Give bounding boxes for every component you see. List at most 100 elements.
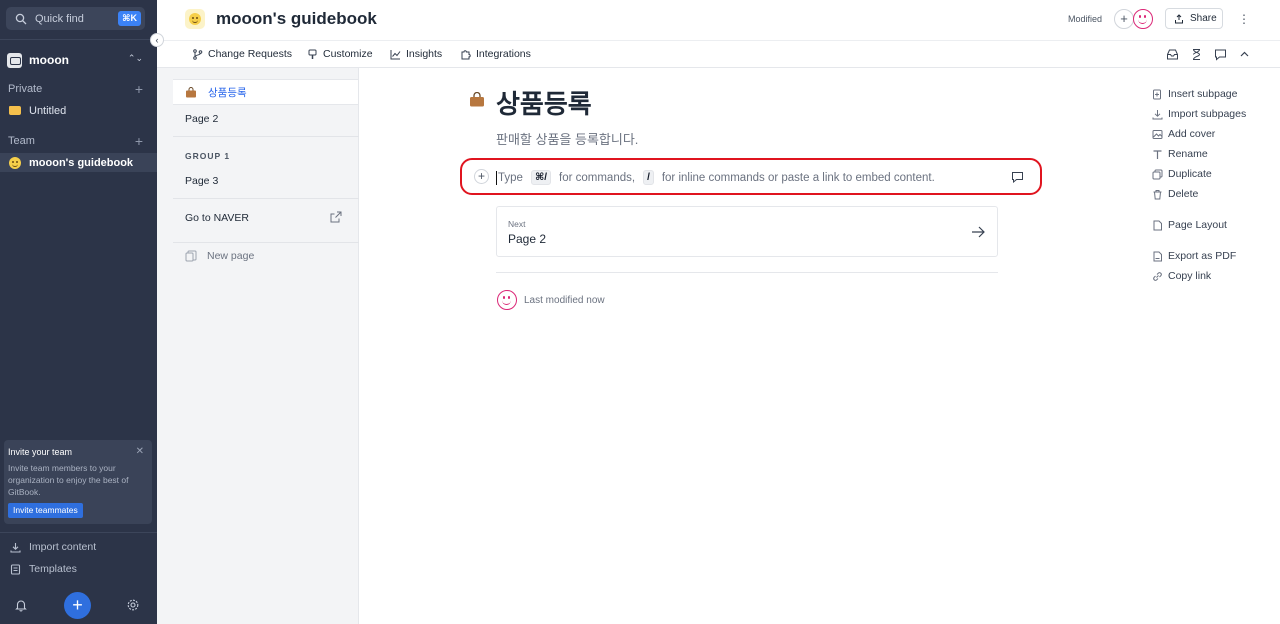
page-item-label: Page 2: [185, 113, 219, 125]
more-options-icon[interactable]: ⋮: [1238, 12, 1250, 26]
insert-subpage-action[interactable]: Insert subpage: [1152, 88, 1237, 100]
sidebar-item-label: mooon's guidebook: [29, 156, 134, 169]
rename-action[interactable]: Rename: [1152, 148, 1208, 160]
tab-change-requests[interactable]: Change Requests: [192, 48, 292, 60]
tab-customize[interactable]: Customize: [307, 48, 373, 60]
add-collaborator-button[interactable]: +: [1114, 9, 1134, 29]
collapse-sidebar-button[interactable]: ‹: [150, 33, 164, 47]
action-label: Rename: [1168, 148, 1208, 160]
modified-status: Modified: [1068, 14, 1103, 24]
avatar: [497, 290, 517, 310]
puzzle-icon: [461, 49, 471, 59]
download-icon: [1152, 109, 1163, 119]
action-label: Delete: [1168, 188, 1199, 200]
download-icon: [10, 542, 21, 553]
new-page-label: New page: [207, 250, 255, 262]
add-block-icon[interactable]: +: [474, 169, 489, 184]
tab-integrations[interactable]: Integrations: [460, 48, 531, 60]
comment-icon[interactable]: [1214, 48, 1227, 61]
sidebar-item-untitled[interactable]: Untitled: [0, 101, 157, 120]
new-page-button[interactable]: New page: [185, 250, 254, 262]
page-link-naver[interactable]: Go to NAVER: [173, 205, 358, 231]
add-cover-action[interactable]: Add cover: [1152, 128, 1215, 140]
page-layout-action[interactable]: Page Layout: [1152, 219, 1227, 231]
private-section-title: Private: [8, 83, 43, 95]
inbox-icon[interactable]: [1166, 48, 1179, 61]
share-label: Share: [1190, 13, 1217, 24]
next-label: Next: [508, 219, 526, 229]
pdf-icon: [1153, 251, 1162, 261]
last-modified: Last modified now: [524, 295, 605, 306]
action-label: Insert subpage: [1168, 88, 1238, 100]
next-page-card[interactable]: Next Page 2: [496, 206, 998, 257]
comment-icon[interactable]: [1011, 171, 1024, 183]
add-team-icon[interactable]: +: [135, 133, 143, 149]
shopping-bag-icon[interactable]: [469, 92, 485, 107]
share-icon: [1175, 13, 1183, 23]
templates-link[interactable]: Templates: [10, 563, 77, 575]
divider: [0, 532, 157, 533]
import-subpages-action[interactable]: Import subpages: [1152, 108, 1246, 120]
space-emoji[interactable]: [185, 9, 205, 29]
tab-insights[interactable]: Insights: [390, 48, 442, 60]
quick-find-shortcut: ⌘K: [118, 11, 141, 26]
group-label: GROUP 1: [185, 151, 231, 161]
arrow-right-icon: [972, 226, 985, 238]
copy-link-action[interactable]: Copy link: [1152, 270, 1211, 282]
invite-title: Invite your team: [8, 447, 73, 457]
tab-label: Integrations: [476, 48, 531, 60]
import-content-link[interactable]: Import content: [10, 541, 96, 553]
quick-find-button[interactable]: Quick find ⌘K: [6, 7, 145, 30]
history-icon[interactable]: [1190, 48, 1203, 61]
space-title: mooon's guidebook: [216, 9, 377, 28]
next-title: Page 2: [508, 232, 547, 246]
avatar[interactable]: [1133, 9, 1153, 29]
command-shortcut: ⌘/: [530, 170, 551, 185]
divider: [0, 39, 157, 40]
bell-icon[interactable]: [14, 598, 28, 612]
smiley-emoji-icon: [189, 13, 201, 25]
chevron-up-icon[interactable]: [1238, 48, 1251, 61]
brush-icon: [308, 49, 317, 59]
organization-logo-icon: [7, 52, 22, 68]
duplicate-action[interactable]: Duplicate: [1152, 168, 1212, 180]
action-label: Copy link: [1168, 270, 1212, 282]
placeholder-type: Type: [498, 171, 523, 184]
export-pdf-action[interactable]: Export as PDF: [1152, 250, 1236, 262]
delete-action[interactable]: Delete: [1152, 188, 1198, 200]
templates-label: Templates: [29, 563, 77, 575]
page-item-page-2[interactable]: Page 2: [173, 106, 358, 132]
share-button[interactable]: Share: [1165, 8, 1223, 29]
chevron-up-down-icon: ⌃⌄: [127, 53, 143, 63]
duplicate-icon: [1152, 169, 1163, 179]
sidebar-item-label: Untitled: [29, 104, 67, 117]
action-label: Add cover: [1168, 128, 1216, 140]
tab-label: Customize: [323, 48, 373, 60]
invite-card: Invite your team ✕ Invite team members t…: [4, 440, 152, 524]
page-item-page-3[interactable]: Page 3: [173, 168, 358, 194]
page-item-active[interactable]: 상품등록: [173, 79, 358, 105]
invite-teammates-button[interactable]: Invite teammates: [8, 503, 83, 518]
page-title[interactable]: 상품등록: [496, 84, 592, 121]
trash-icon: [1153, 189, 1162, 199]
sidebar: Quick find ⌘K mooon ⌃⌄ Private + Untitle…: [0, 0, 157, 624]
page-description[interactable]: 판매할 상품을 등록합니다.: [496, 129, 638, 148]
divider: [496, 272, 998, 273]
invite-text: Invite team members to your organization…: [8, 463, 129, 497]
close-icon[interactable]: ✕: [136, 446, 144, 457]
create-button[interactable]: +: [64, 592, 91, 619]
gear-icon[interactable]: [126, 598, 140, 612]
import-content-label: Import content: [29, 541, 97, 553]
divider: [173, 198, 359, 199]
text-caret: [496, 170, 497, 185]
sidebar-item-guidebook[interactable]: mooon's guidebook: [0, 153, 157, 172]
add-private-icon[interactable]: +: [135, 81, 143, 97]
external-link-icon: [330, 211, 342, 223]
editor-block[interactable]: + Type ⌘/ for commands, / for inline com…: [460, 158, 1042, 195]
insert-page-icon: [1153, 89, 1161, 99]
search-icon: [15, 13, 27, 24]
team-section-title: Team: [8, 135, 35, 147]
organization-switcher[interactable]: mooon ⌃⌄: [7, 51, 147, 69]
placeholder-rest: for inline commands or paste a link to e…: [661, 171, 935, 184]
organization-name: mooon: [29, 53, 69, 67]
